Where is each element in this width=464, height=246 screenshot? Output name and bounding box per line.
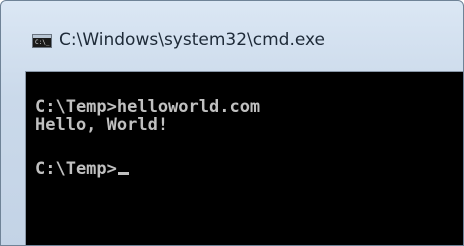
window-title: C:\Windows\system32\cmd.exe bbox=[59, 30, 326, 50]
cmd-console-icon[interactable]: C:\_ bbox=[32, 34, 52, 48]
console-line-prompt: C:\Temp> bbox=[35, 160, 129, 178]
console-line-command: C:\Temp>helloworld.com bbox=[35, 97, 261, 117]
title-bar[interactable]: C:\_ C:\Windows\system32\cmd.exe bbox=[1, 1, 463, 71]
console-output-area[interactable]: C:\Temp>helloworld.com Hello, World! C:\… bbox=[25, 71, 463, 245]
console-line-output: Hello, World! bbox=[35, 115, 169, 135]
cmd-window: C:\_ C:\Windows\system32\cmd.exe C:\Temp… bbox=[0, 0, 464, 246]
text-cursor bbox=[117, 172, 129, 175]
cmd-icon-prompt-glyph: C:\_ bbox=[35, 39, 50, 46]
console-prompt-text: C:\Temp> bbox=[35, 159, 117, 179]
